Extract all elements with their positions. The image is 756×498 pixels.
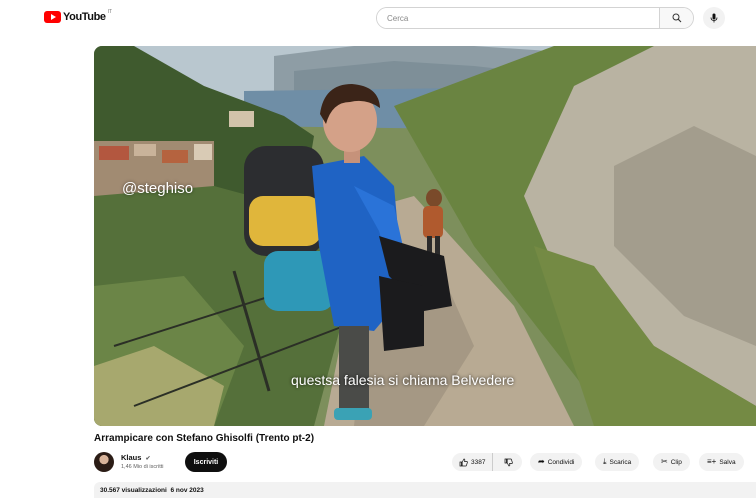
video-subtitle: questsa falesia si chiama Belvedere (291, 372, 515, 388)
subscribe-button[interactable]: Iscriviti (185, 452, 227, 472)
dislike-button[interactable] (496, 453, 521, 471)
like-button[interactable]: 3387 (452, 453, 494, 471)
thumbs-down-icon (505, 458, 514, 466)
video-title: Arrampicare con Stefano Ghisolfi (Trento… (94, 433, 315, 444)
voice-search-button[interactable] (703, 7, 725, 29)
subscriber-count: 1,46 Mio di iscritti (121, 464, 164, 470)
video-player[interactable]: @steghiso questsa falesia si chiama Belv… (94, 46, 756, 426)
scissors-icon: ✂ (661, 457, 668, 466)
masthead: YouTube IT (0, 0, 756, 36)
video-frame (94, 46, 756, 426)
save-button[interactable]: ≡+ Salva (699, 453, 744, 471)
share-label: Condividi (547, 458, 575, 466)
description-box[interactable]: 30.567 visualizzazioni 6 nov 2023 (94, 482, 756, 498)
youtube-logo[interactable]: YouTube IT (44, 9, 113, 23)
channel-avatar[interactable] (94, 452, 114, 472)
download-button[interactable]: ⤓ Scarica (595, 453, 640, 471)
channel-name[interactable]: Klaus (121, 453, 141, 462)
like-count: 3387 (471, 458, 486, 466)
youtube-play-icon (44, 11, 61, 23)
search-button[interactable] (659, 8, 693, 28)
microphone-icon (710, 13, 718, 23)
upload-date: 6 nov 2023 (170, 487, 204, 494)
search-input[interactable] (377, 8, 659, 28)
logo-text: YouTube (63, 11, 106, 23)
share-icon: ➦ (538, 457, 545, 466)
playlist-add-icon: ≡+ (707, 457, 717, 466)
thumbs-up-icon (459, 458, 468, 466)
clip-button[interactable]: ✂ Clip (653, 453, 690, 471)
download-label: Scarica (609, 458, 632, 466)
logo-country-code: IT (107, 9, 113, 15)
channel-actions-row: Klaus ✔ 1,46 Mio di iscritti Iscriviti 3… (94, 452, 756, 474)
search-box (376, 7, 694, 29)
check-circle-icon: ✔ (145, 456, 151, 462)
description-meta: 30.567 visualizzazioni 6 nov 2023 (100, 487, 204, 494)
view-count: 30.567 visualizzazioni (100, 487, 167, 494)
like-dislike-group: 3387 (452, 453, 522, 471)
channel-name-row: Klaus ✔ (121, 453, 151, 462)
share-button[interactable]: ➦ Condividi (530, 453, 583, 471)
save-label: Salva (719, 458, 736, 466)
video-watermark: @steghiso (122, 180, 194, 197)
clip-label: Clip (670, 458, 682, 466)
download-icon: ⤓ (603, 457, 607, 466)
search-icon (672, 13, 681, 23)
